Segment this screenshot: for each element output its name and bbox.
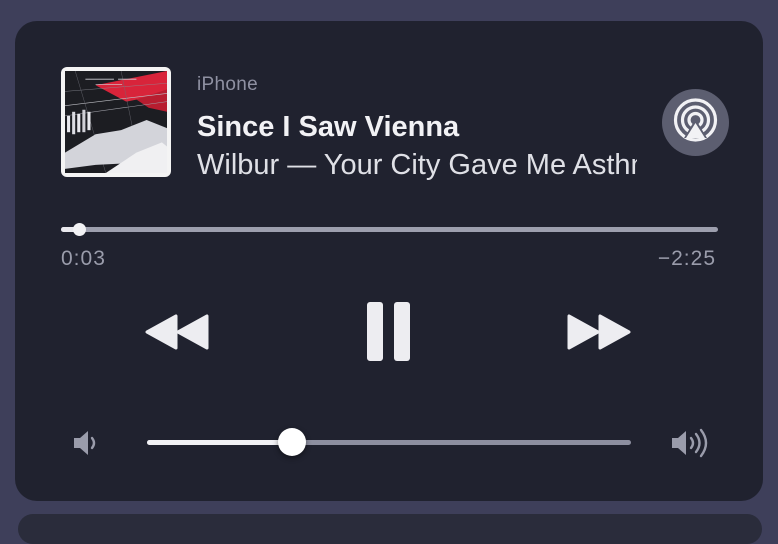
fast-forward-button[interactable] bbox=[565, 312, 633, 352]
pause-button[interactable] bbox=[365, 301, 413, 363]
volume-high-icon bbox=[669, 428, 713, 463]
remaining-time: −2:25 bbox=[657, 247, 716, 270]
track-info: iPhone Since I Saw Vienna Wilbur — Your … bbox=[197, 73, 637, 183]
song-title: Since I Saw Vienna bbox=[197, 111, 460, 143]
next-card-edge bbox=[18, 514, 762, 544]
playback-scrubber-knob[interactable] bbox=[72, 223, 86, 236]
output-device-label: iPhone bbox=[197, 74, 258, 95]
volume-slider-knob[interactable] bbox=[278, 428, 307, 456]
pause-icon bbox=[367, 302, 410, 361]
volume-fill bbox=[147, 440, 293, 445]
volume-low-icon bbox=[71, 429, 103, 462]
album-art bbox=[61, 67, 171, 177]
fast-forward-icon bbox=[567, 314, 631, 350]
volume-slider[interactable] bbox=[147, 428, 631, 456]
elapsed-time: 0:03 bbox=[61, 247, 106, 270]
playback-scrubber[interactable] bbox=[61, 223, 718, 236]
airplay-button[interactable] bbox=[662, 89, 729, 156]
album-cover-image bbox=[65, 71, 167, 173]
artist-album: Wilbur — Your City Gave Me Asthma bbox=[197, 149, 637, 181]
rewind-icon bbox=[145, 314, 209, 350]
rewind-button[interactable] bbox=[143, 312, 211, 352]
now-playing-card: iPhone Since I Saw Vienna Wilbur — Your … bbox=[15, 21, 763, 501]
airplay-icon bbox=[673, 98, 718, 142]
